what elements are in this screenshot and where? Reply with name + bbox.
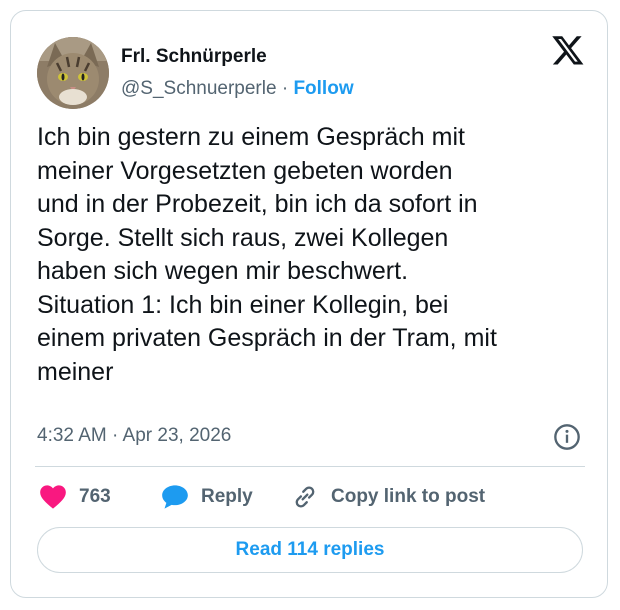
reply-label: Reply	[201, 486, 253, 507]
reply-bubble-icon	[162, 485, 188, 509]
copy-link-button[interactable]: Copy link to post	[291, 481, 485, 513]
tweet-text: Ich bin gestern zu einem Gespräch mit me…	[37, 123, 497, 386]
follow-button[interactable]: Follow	[293, 78, 353, 99]
read-replies-button[interactable]: Read 114 replies	[37, 527, 583, 573]
like-button[interactable]: 763	[39, 481, 111, 513]
copy-link-label: Copy link to post	[331, 486, 486, 507]
author-handle[interactable]: @S_Schnuerperle	[121, 78, 277, 99]
author-handle-row: @S_Schnuerperle · Follow	[121, 78, 354, 100]
tweet-timestamp[interactable]: 4:32 AM · Apr 23, 2026	[37, 425, 231, 447]
author-display-name[interactable]: Frl. Schnürperle	[121, 46, 267, 68]
cat-avatar-icon	[37, 37, 109, 109]
like-count: 763	[79, 486, 111, 507]
divider	[35, 466, 585, 467]
heart-icon	[40, 485, 66, 509]
reply-button[interactable]: Reply	[161, 481, 253, 513]
tweet-card: Frl. Schnürperle @S_Schnuerperle · Follo…	[10, 10, 608, 598]
link-icon	[295, 486, 315, 508]
info-icon[interactable]	[553, 423, 581, 451]
x-logo-icon[interactable]	[551, 33, 585, 67]
separator-dot: ·	[276, 78, 294, 99]
avatar[interactable]	[37, 37, 109, 109]
